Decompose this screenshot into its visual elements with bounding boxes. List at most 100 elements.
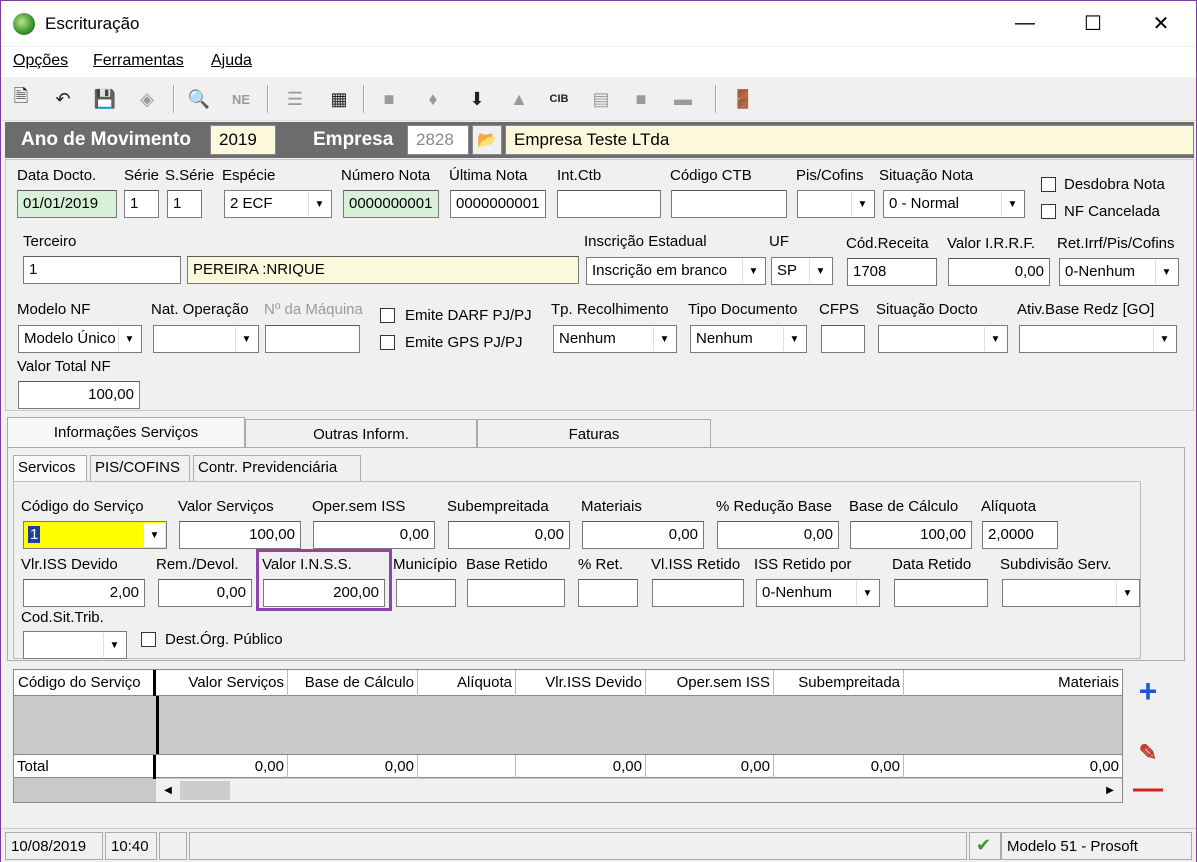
tree-icon[interactable]: ☰: [281, 85, 309, 113]
tipo-documento-select[interactable]: Nenhum ▼: [690, 325, 807, 353]
grid-header-subempreitada[interactable]: Subempreitada: [774, 670, 904, 696]
nfe-icon[interactable]: NE: [227, 85, 255, 113]
valor-irrf-input[interactable]: 0,00: [948, 258, 1050, 286]
grid-header-base-calculo[interactable]: Base de Cálculo: [288, 670, 418, 696]
desdobra-nota-checkbox[interactable]: [1041, 177, 1056, 192]
subempreitada-input[interactable]: 0,00: [448, 521, 570, 549]
chevron-down-icon[interactable]: ▼: [809, 259, 831, 283]
undo-icon[interactable]: ↶: [49, 85, 77, 113]
chevron-down-icon[interactable]: ▼: [856, 581, 878, 605]
menu-opcoes[interactable]: Opções: [13, 52, 68, 70]
tab-informacoes-servicos[interactable]: Informações Serviços: [7, 417, 245, 447]
remove-minus-icon[interactable]: —: [1131, 772, 1165, 805]
subtab-pis-cofins[interactable]: PIS/COFINS: [90, 455, 190, 481]
valor-inss-input[interactable]: 200,00: [263, 579, 385, 607]
download-icon[interactable]: ⬇: [463, 85, 491, 113]
grid-header-aliquota[interactable]: Alíquota: [418, 670, 516, 696]
print-preview-icon[interactable]: 🔍: [185, 85, 213, 113]
new-document-icon[interactable]: 🗎: [7, 85, 35, 113]
tp-recolhimento-select[interactable]: Nenhum ▼: [553, 325, 677, 353]
chevron-down-icon[interactable]: ▼: [118, 327, 140, 351]
dest-org-checkbox[interactable]: [141, 632, 156, 647]
situacao-nota-select[interactable]: 0 - Normal ▼: [883, 190, 1025, 218]
chevron-down-icon[interactable]: ▼: [235, 327, 257, 351]
exit-door-icon[interactable]: 🚪: [729, 85, 757, 113]
close-button[interactable]: ✕: [1127, 1, 1195, 46]
ultima-nota-input[interactable]: 0000000001: [450, 190, 546, 218]
scroll-right-icon[interactable]: ▶: [1100, 781, 1120, 800]
codigo-ctb-input[interactable]: [671, 190, 787, 218]
minimize-button[interactable]: —: [991, 1, 1059, 46]
ano-input[interactable]: 2019: [210, 125, 276, 155]
base-calculo-input[interactable]: 100,00: [850, 521, 972, 549]
modelo-nf-select[interactable]: Modelo Único ▼: [18, 325, 142, 353]
materiais-input[interactable]: 0,00: [582, 521, 704, 549]
vl-iss-retido-input[interactable]: [652, 579, 744, 607]
chevron-down-icon[interactable]: ▼: [653, 327, 675, 351]
bar-icon[interactable]: ▬: [669, 85, 697, 113]
tab-faturas[interactable]: Faturas: [477, 419, 711, 447]
especie-select[interactable]: 2 ECF ▼: [224, 190, 332, 218]
scroll-left-icon[interactable]: ◀: [158, 781, 178, 800]
valor-total-nf-input[interactable]: 100,00: [18, 381, 140, 409]
subtab-contr-previdenciaria[interactable]: Contr. Previdenciária: [193, 455, 361, 481]
box-icon[interactable]: ■: [627, 85, 655, 113]
chevron-down-icon[interactable]: ▼: [1155, 260, 1177, 284]
empresa-code[interactable]: 2828: [407, 125, 469, 155]
pis-cofins-select[interactable]: ▼: [797, 190, 875, 218]
pct-ret-input[interactable]: [578, 579, 638, 607]
terceiro-code-input[interactable]: 1: [23, 256, 181, 284]
grid-header-codigo[interactable]: Código do Serviço: [14, 670, 156, 696]
chevron-down-icon[interactable]: ▼: [308, 192, 330, 216]
scroll-thumb[interactable]: [180, 781, 230, 800]
oper-sem-iss-input[interactable]: 0,00: [313, 521, 435, 549]
calculator-icon[interactable]: ▦: [325, 85, 353, 113]
int-ctb-input[interactable]: [557, 190, 661, 218]
puzzle-icon[interactable]: ♦: [419, 85, 447, 113]
chevron-down-icon[interactable]: ▼: [742, 259, 764, 283]
chevron-down-icon[interactable]: ▼: [103, 633, 125, 657]
cod-sit-trib-select[interactable]: ▼: [23, 631, 127, 659]
chevron-down-icon[interactable]: ▼: [984, 327, 1006, 351]
numero-nota-input[interactable]: 0000000001: [343, 190, 439, 218]
open-folder-icon[interactable]: 📂: [472, 125, 502, 155]
chevron-down-icon[interactable]: ▼: [783, 327, 805, 351]
nat-operacao-select[interactable]: ▼: [153, 325, 259, 353]
serie-input[interactable]: 1: [124, 190, 159, 218]
services-grid[interactable]: Código do Serviço Valor Serviços Base de…: [13, 669, 1123, 803]
data-docto-input[interactable]: 01/01/2019: [17, 190, 117, 218]
cod-receita-input[interactable]: 1708: [847, 258, 937, 286]
subdivisao-select[interactable]: ▼: [1002, 579, 1140, 607]
add-plus-icon[interactable]: +: [1131, 673, 1165, 709]
data-retido-input[interactable]: [894, 579, 988, 607]
menu-ferramentas[interactable]: Ferramentas: [93, 52, 184, 70]
inscricao-select[interactable]: Inscrição em branco ▼: [586, 257, 766, 285]
document-icon[interactable]: ■: [375, 85, 403, 113]
ativ-base-select[interactable]: ▼: [1019, 325, 1177, 353]
subtab-servicos[interactable]: Servicos: [13, 455, 87, 481]
chevron-down-icon[interactable]: ▼: [143, 523, 165, 547]
chevron-down-icon[interactable]: ▼: [1001, 192, 1023, 216]
valor-servicos-input[interactable]: 100,00: [179, 521, 301, 549]
grid-header-materiais[interactable]: Materiais: [904, 670, 1122, 696]
sserie-input[interactable]: 1: [167, 190, 202, 218]
aliquota-input[interactable]: 2,0000: [982, 521, 1058, 549]
situacao-docto-select[interactable]: ▼: [878, 325, 1008, 353]
codigo-servico-select[interactable]: 1 ▼: [23, 521, 167, 549]
grid-header-oper-sem-iss[interactable]: Oper.sem ISS: [646, 670, 774, 696]
chevron-down-icon[interactable]: ▼: [1153, 327, 1175, 351]
list-icon[interactable]: ▤: [587, 85, 615, 113]
rem-devol-input[interactable]: 0,00: [158, 579, 252, 607]
base-retido-input[interactable]: [467, 579, 565, 607]
grid-header-valor-servicos[interactable]: Valor Serviços: [156, 670, 288, 696]
nf-cancelada-checkbox[interactable]: [1041, 204, 1056, 219]
terceiro-name-input[interactable]: PEREIRA :NRIQUE: [187, 256, 579, 284]
emite-gps-checkbox[interactable]: [380, 335, 395, 350]
iss-retido-por-select[interactable]: 0-Nenhum ▼: [756, 579, 880, 607]
edit-pencil-icon[interactable]: ✎: [1131, 737, 1165, 769]
n-maquina-input[interactable]: [265, 325, 360, 353]
maximize-button[interactable]: ☐: [1059, 1, 1127, 46]
erase-icon[interactable]: ◈: [133, 85, 161, 113]
ret-irrf-select[interactable]: 0-Nenhum ▼: [1059, 258, 1179, 286]
grid-header-vlr-iss-devido[interactable]: Vlr.ISS Devido: [516, 670, 646, 696]
